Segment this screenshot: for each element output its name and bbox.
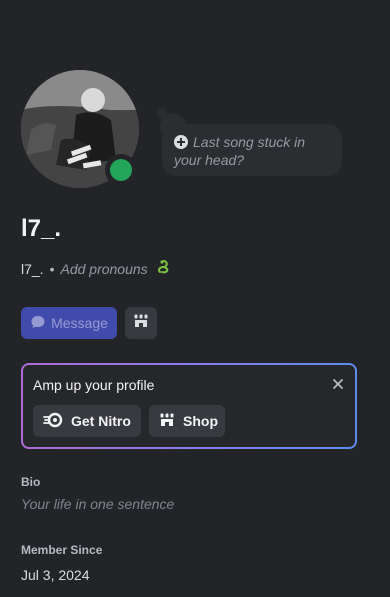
separator: •: [49, 260, 55, 277]
get-nitro-label: Get Nitro: [71, 413, 131, 429]
custom-status-placeholder: Last song stuck in your head?: [174, 134, 306, 168]
plus-circle-icon: [174, 135, 188, 149]
shop-icon: [159, 412, 175, 431]
nitro-icon: [43, 412, 63, 431]
close-icon[interactable]: [331, 377, 345, 391]
nitro-upsell-card: Amp up your profile Get Nitro Shop: [21, 363, 357, 449]
nitro-shop-button[interactable]: Shop: [149, 405, 225, 437]
bio-placeholder[interactable]: Your life in one sentence: [21, 496, 174, 512]
display-name: l7_.: [21, 215, 62, 242]
custom-status-bubble[interactable]: Last song stuck in your head?: [162, 124, 342, 176]
shop-label: Shop: [183, 413, 218, 429]
shop-icon: [133, 313, 149, 334]
pronouns-placeholder[interactable]: Add pronouns: [60, 261, 147, 277]
identity-row: l7_. • Add pronouns: [21, 259, 172, 278]
bio-heading: Bio: [21, 475, 41, 489]
username: l7_.: [21, 260, 44, 277]
user-profile-panel: Last song stuck in your head? l7_. l7_. …: [0, 0, 390, 597]
get-nitro-button[interactable]: Get Nitro: [33, 405, 141, 437]
shop-button[interactable]: [125, 307, 157, 339]
nitro-card-title: Amp up your profile: [33, 377, 155, 393]
nitro-card-inner: Amp up your profile Get Nitro Shop: [23, 365, 355, 447]
message-button-label: Message: [51, 315, 108, 331]
member-since-heading: Member Since: [21, 543, 103, 557]
member-since-date: Jul 3, 2024: [21, 567, 90, 583]
snake-icon: [156, 259, 172, 278]
message-button[interactable]: Message: [21, 307, 117, 339]
chat-bubble-icon: [30, 314, 46, 333]
online-status-indicator: [105, 154, 137, 186]
custom-status-text: Last song stuck in your head?: [174, 133, 330, 169]
